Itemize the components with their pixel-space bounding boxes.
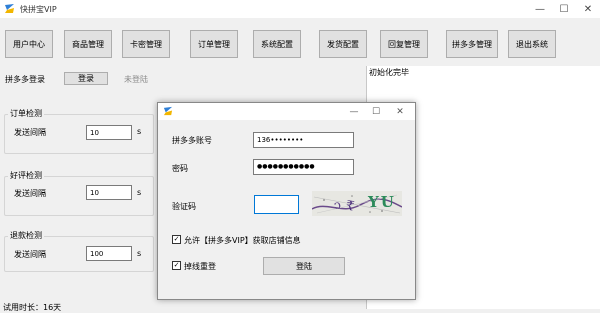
order-check-title: 订单检测 [8, 108, 44, 119]
refund-check-title: 退款检测 [8, 230, 44, 241]
allow-shop-info-checkbox[interactable]: ✓ [172, 235, 181, 244]
review-check-title: 好评检测 [8, 170, 44, 181]
close-button[interactable]: ✕ [576, 0, 600, 18]
nav-order-button[interactable]: 订单管理 [190, 30, 238, 58]
refund-interval-input[interactable]: 100 [86, 246, 132, 261]
dialog-maximize-button[interactable]: ☐ [365, 103, 387, 120]
nav-delivery-config-button[interactable]: 发货配置 [319, 30, 367, 58]
account-label: 拼多多账号 [172, 136, 212, 145]
nav-product-button[interactable]: 商品管理 [64, 30, 112, 58]
nav-reply-button[interactable]: 回复管理 [380, 30, 428, 58]
window-titlebar: 快拼宝VIP — ☐ ✕ [0, 0, 600, 18]
nav-exit-button[interactable]: 退出系统 [508, 30, 556, 58]
review-interval-input[interactable]: 10 [86, 185, 132, 200]
refund-interval-label: 发送间隔 [14, 250, 46, 259]
login-dialog: — ☐ ✕ 拼多多账号 136•••••••• 密码 ●●●●●●●●●●● 验… [157, 102, 416, 300]
allow-shop-info-label: 允许【拼多多VIP】获取店铺信息 [184, 236, 301, 245]
trial-duration-text: 试用时长：16天 [3, 303, 62, 312]
maximize-button[interactable]: ☐ [552, 0, 576, 18]
login-status: 未登陆 [124, 75, 148, 84]
minimize-button[interactable]: — [528, 0, 552, 18]
refund-interval-unit: s [137, 249, 142, 258]
order-interval-input[interactable]: 10 [86, 125, 132, 140]
captcha-image[interactable]: ↄ ₹ YU [312, 191, 402, 216]
password-label: 密码 [172, 164, 188, 173]
captcha-label: 验证码 [172, 202, 196, 211]
pdd-login-button[interactable]: 登录 [64, 72, 108, 85]
order-interval-unit: s [137, 127, 142, 136]
auto-reconnect-checkbox[interactable]: ✓ [172, 261, 181, 270]
nav-toolbar: 用户中心 商品管理 卡密管理 订单管理 系统配置 发货配置 回复管理 拼多多管理… [0, 18, 600, 66]
dialog-minimize-button[interactable]: — [343, 103, 365, 120]
auto-reconnect-label: 掉线重登 [184, 262, 216, 271]
dialog-login-button[interactable]: 登陆 [263, 257, 345, 275]
log-text: 初始化完毕 [369, 68, 409, 77]
window-title: 快拼宝VIP [20, 5, 57, 14]
order-interval-label: 发送间隔 [14, 128, 46, 137]
captcha-text: YU [368, 193, 396, 211]
dialog-logo-icon [163, 106, 173, 116]
nav-system-config-button[interactable]: 系统配置 [253, 30, 301, 58]
review-interval-unit: s [137, 188, 142, 197]
nav-user-center-button[interactable]: 用户中心 [5, 30, 53, 58]
dialog-titlebar: — ☐ ✕ [158, 103, 415, 120]
nav-card-key-button[interactable]: 卡密管理 [122, 30, 170, 58]
app-logo-icon [5, 4, 14, 13]
dialog-close-button[interactable]: ✕ [389, 103, 411, 120]
pdd-login-label: 拼多多登录 [5, 75, 45, 84]
password-input[interactable]: ●●●●●●●●●●● [253, 159, 354, 175]
account-input[interactable]: 136•••••••• [253, 132, 354, 148]
nav-pdd-button[interactable]: 拼多多管理 [446, 30, 498, 58]
captcha-input[interactable] [254, 195, 299, 214]
review-interval-label: 发送间隔 [14, 189, 46, 198]
